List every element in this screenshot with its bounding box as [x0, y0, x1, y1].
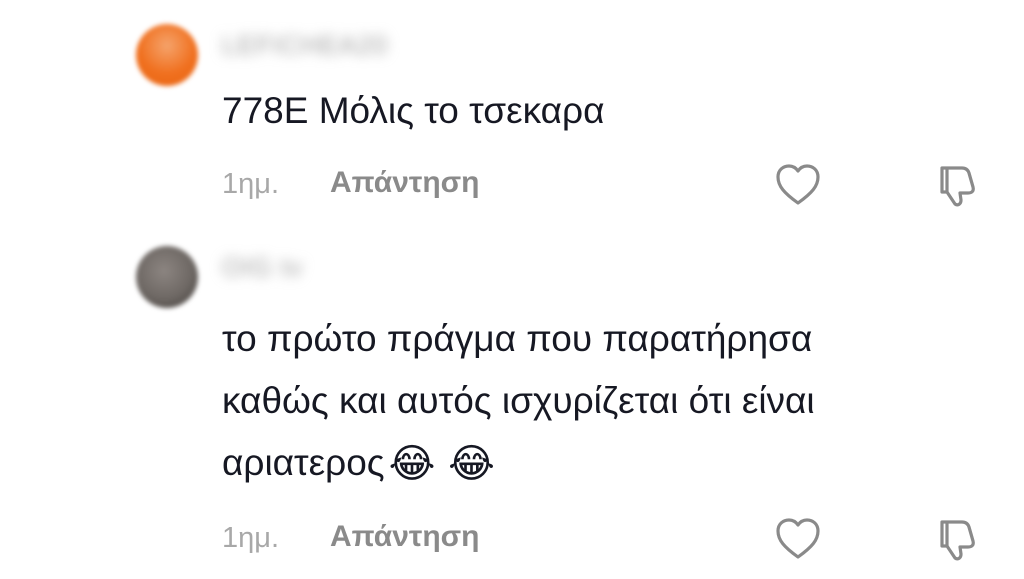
comment-text: 778E Μόλις το τσεκαρα [222, 80, 604, 142]
timestamp: 1ημ. [222, 522, 280, 554]
timestamp: 1ημ. [222, 168, 280, 200]
thumbs-down-outline-icon[interactable] [934, 516, 982, 562]
avatar[interactable] [136, 24, 198, 86]
comment-actions: 1ημ. Απάντηση [222, 162, 1002, 208]
username[interactable]: LEFICHEA20 [222, 30, 388, 60]
heart-outline-icon[interactable] [774, 162, 822, 208]
comment-actions: 1ημ. Απάντηση [222, 516, 1002, 562]
reply-button[interactable]: Απάντηση [330, 166, 480, 200]
comment-line: 778E Μόλις το τσεκαρα [222, 90, 605, 131]
thumbs-down-outline-icon[interactable] [934, 162, 982, 208]
comment-line: αριατερος 😂 😂 [222, 432, 815, 495]
comment-text: το πρώτο πράγμα που παρατήρησα καθώς και… [222, 308, 815, 495]
heart-outline-icon[interactable] [774, 516, 822, 562]
comment-line-text: αριατερος [222, 442, 385, 483]
username[interactable]: OIG tv [222, 252, 303, 282]
comments-list: LEFICHEA20 778E Μόλις το τσεκαρα 1ημ. Απ… [0, 0, 1024, 579]
comment-line: το πρώτο πράγμα που παρατήρησα [222, 318, 813, 359]
reply-button[interactable]: Απάντηση [330, 520, 480, 554]
avatar[interactable] [136, 246, 198, 308]
comment-line: καθώς και αυτός ισχυρίζεται ότι είναι [222, 380, 815, 421]
laughing-emoji: 😂 😂 [388, 441, 495, 487]
